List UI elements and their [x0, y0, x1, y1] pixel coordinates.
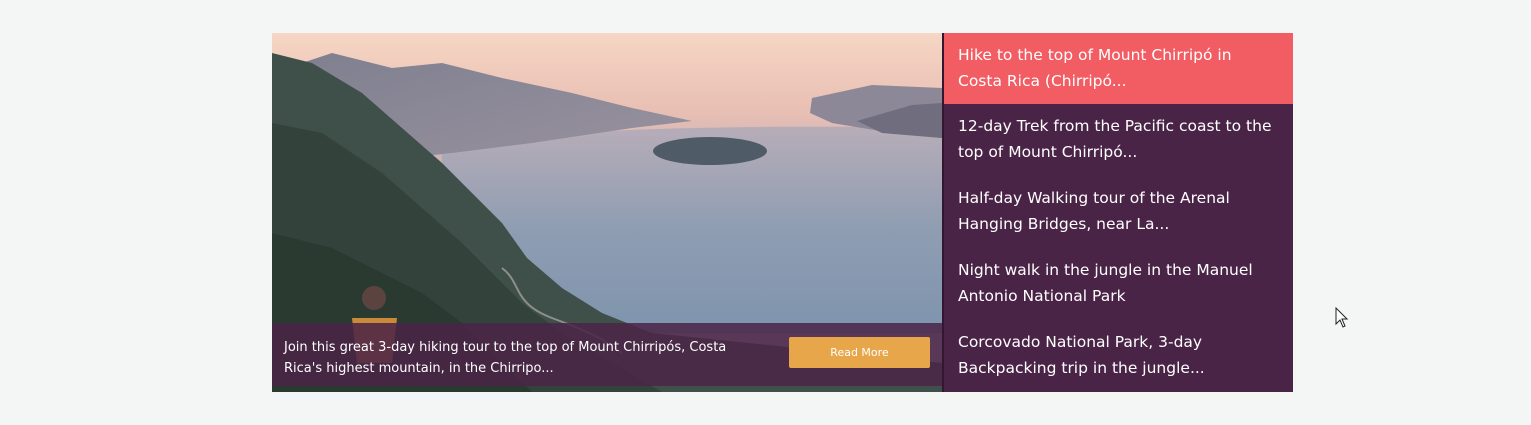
tour-title: Corcovado National Park, 3-day Backpacki… — [958, 333, 1205, 377]
tour-slider: Join this great 3-day hiking tour to the… — [272, 33, 1293, 392]
tour-list-item[interactable]: Hike to the top of Mount Chirripó in Cos… — [944, 33, 1293, 104]
tour-list-item[interactable]: 12-day Trek from the Pacific coast to th… — [944, 104, 1293, 176]
tour-title: Night walk in the jungle in the Manuel A… — [958, 261, 1253, 305]
caption-text: Join this great 3-day hiking tour to the… — [284, 340, 727, 376]
tour-list-item[interactable]: Night walk in the jungle in the Manuel A… — [944, 248, 1293, 320]
tour-list-item[interactable]: Half-day Walking tour of the Arenal Hang… — [944, 176, 1293, 248]
mouse-pointer-icon — [1335, 307, 1349, 328]
hero-image[interactable]: Join this great 3-day hiking tour to the… — [272, 33, 942, 392]
tour-title: 12-day Trek from the Pacific coast to th… — [958, 117, 1272, 161]
tour-list-item[interactable]: Corcovado National Park, 3-day Backpacki… — [944, 320, 1293, 392]
hero-caption: Join this great 3-day hiking tour to the… — [272, 323, 942, 386]
read-more-button[interactable]: Read More — [789, 337, 930, 368]
tour-title: Hike to the top of Mount Chirripó in Cos… — [958, 46, 1232, 90]
tour-list: Hike to the top of Mount Chirripó in Cos… — [942, 33, 1293, 392]
tour-title: Half-day Walking tour of the Arenal Hang… — [958, 189, 1230, 233]
